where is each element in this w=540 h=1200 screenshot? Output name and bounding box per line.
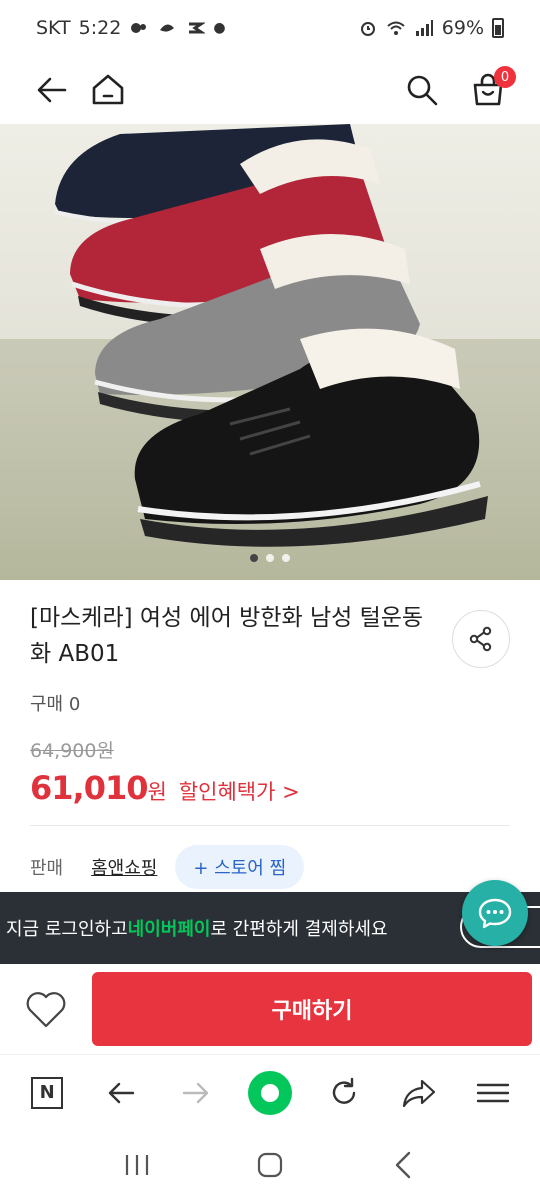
- banner-highlight: 네이버페이: [127, 919, 211, 940]
- carousel-dot: [250, 554, 258, 562]
- buy-button[interactable]: 구매하기: [92, 972, 532, 1046]
- seller-name-link[interactable]: 홈앤쇼핑: [91, 854, 157, 880]
- arrow-left-icon: [37, 77, 67, 103]
- clock: 5:22: [78, 17, 122, 39]
- cart-button[interactable]: 0: [460, 62, 516, 118]
- notification-icon: [160, 24, 175, 32]
- naver-home-button[interactable]: N: [17, 1063, 77, 1123]
- home-circle-icon: [257, 1152, 283, 1178]
- divider: [30, 825, 510, 826]
- original-price: 64,900원: [30, 740, 114, 762]
- green-dot-button[interactable]: [240, 1063, 300, 1123]
- browser-share-button[interactable]: [389, 1063, 449, 1123]
- hamburger-icon: [476, 1083, 510, 1102]
- purchase-count: 구매 0: [30, 694, 81, 715]
- wishlist-button[interactable]: [0, 964, 92, 1054]
- recent-apps-button[interactable]: [107, 1135, 167, 1195]
- back-button[interactable]: [24, 62, 80, 118]
- arrow-right-icon: [182, 1082, 208, 1103]
- seller-row: 판매 홈앤쇼핑 + 스토어 찜: [30, 845, 305, 889]
- search-icon: [407, 75, 438, 106]
- green-dot-icon: [247, 1070, 292, 1115]
- store-follow-button[interactable]: + 스토어 찜: [175, 845, 305, 889]
- discount-benefit-link[interactable]: 할인혜택가 >: [179, 776, 300, 806]
- browser-toolbar: N: [0, 1054, 540, 1130]
- share-arrow-icon: [402, 1079, 435, 1107]
- carousel-indicator: [0, 554, 540, 562]
- home-button[interactable]: [80, 62, 136, 118]
- carrier-label: SKT: [36, 17, 71, 39]
- system-home-button[interactable]: [240, 1135, 300, 1195]
- product-image-carousel[interactable]: [0, 124, 540, 580]
- banner-text-post: 로 간편하게 결제하세요: [210, 919, 388, 940]
- menu-button[interactable]: [463, 1063, 523, 1123]
- search-button[interactable]: [394, 62, 450, 118]
- refresh-icon: [333, 1077, 356, 1104]
- battery-percent: 69%: [441, 17, 484, 39]
- alarm-icon: [360, 22, 375, 36]
- system-back-button[interactable]: [373, 1135, 433, 1195]
- seller-label: 판매: [30, 858, 64, 879]
- notification-icon: [131, 23, 147, 33]
- product-title: [마스케라] 여성 에어 방한화 남성 털운동화 AB01: [30, 605, 424, 667]
- wifi-icon: [387, 21, 405, 35]
- product-photo: [0, 124, 540, 580]
- browser-back-button[interactable]: [91, 1063, 151, 1123]
- banner-text-pre: 지금 로그인하고: [6, 919, 128, 940]
- chat-button[interactable]: [462, 880, 528, 946]
- buy-bar: 구매하기: [0, 964, 540, 1054]
- carousel-dot: [266, 554, 274, 562]
- price-row: 61,010원 할인혜택가 >: [30, 769, 510, 807]
- refresh-button[interactable]: [314, 1063, 374, 1123]
- system-nav-bar: [0, 1130, 540, 1200]
- recent-apps-icon: [125, 1155, 148, 1175]
- arrow-left-icon: [109, 1082, 135, 1103]
- status-bar: SKT 5:22 ● 69%: [0, 0, 540, 56]
- signal-icon: [415, 20, 433, 36]
- browser-forward-button[interactable]: [166, 1063, 226, 1123]
- more-notifications-dot: ●: [213, 20, 226, 36]
- home-icon: [92, 74, 124, 105]
- share-icon: [469, 626, 492, 652]
- share-button[interactable]: [452, 610, 510, 668]
- app-header: 0: [0, 56, 540, 124]
- product-info: [마스케라] 여성 에어 방한화 남성 털운동화 AB01 구매 0 64,90…: [30, 600, 510, 807]
- currency-unit: 원: [147, 780, 167, 804]
- chevron-left-icon: [396, 1151, 411, 1179]
- sale-price: 61,010: [30, 769, 148, 807]
- naverpay-login-banner[interactable]: 지금 로그인하고 네이버페이 로 간편하게 결제하세요: [0, 892, 540, 964]
- chat-bubble-icon: [478, 898, 512, 929]
- cart-count-badge: 0: [494, 66, 516, 88]
- carousel-dot: [282, 554, 290, 562]
- heart-icon: [26, 992, 66, 1028]
- notification-icon: [189, 22, 206, 34]
- naver-n-icon: N: [31, 1076, 64, 1109]
- battery-icon: [492, 18, 504, 38]
